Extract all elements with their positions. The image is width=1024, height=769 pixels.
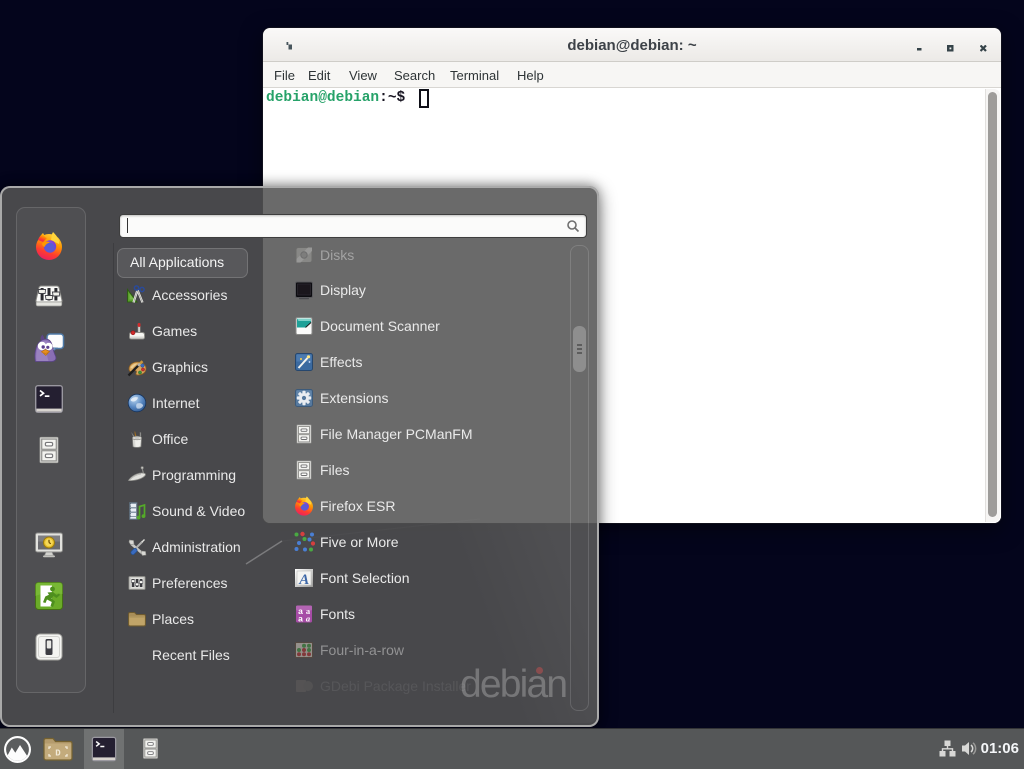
svg-text:D: D [55,749,61,759]
svg-text:a: a [298,614,303,624]
